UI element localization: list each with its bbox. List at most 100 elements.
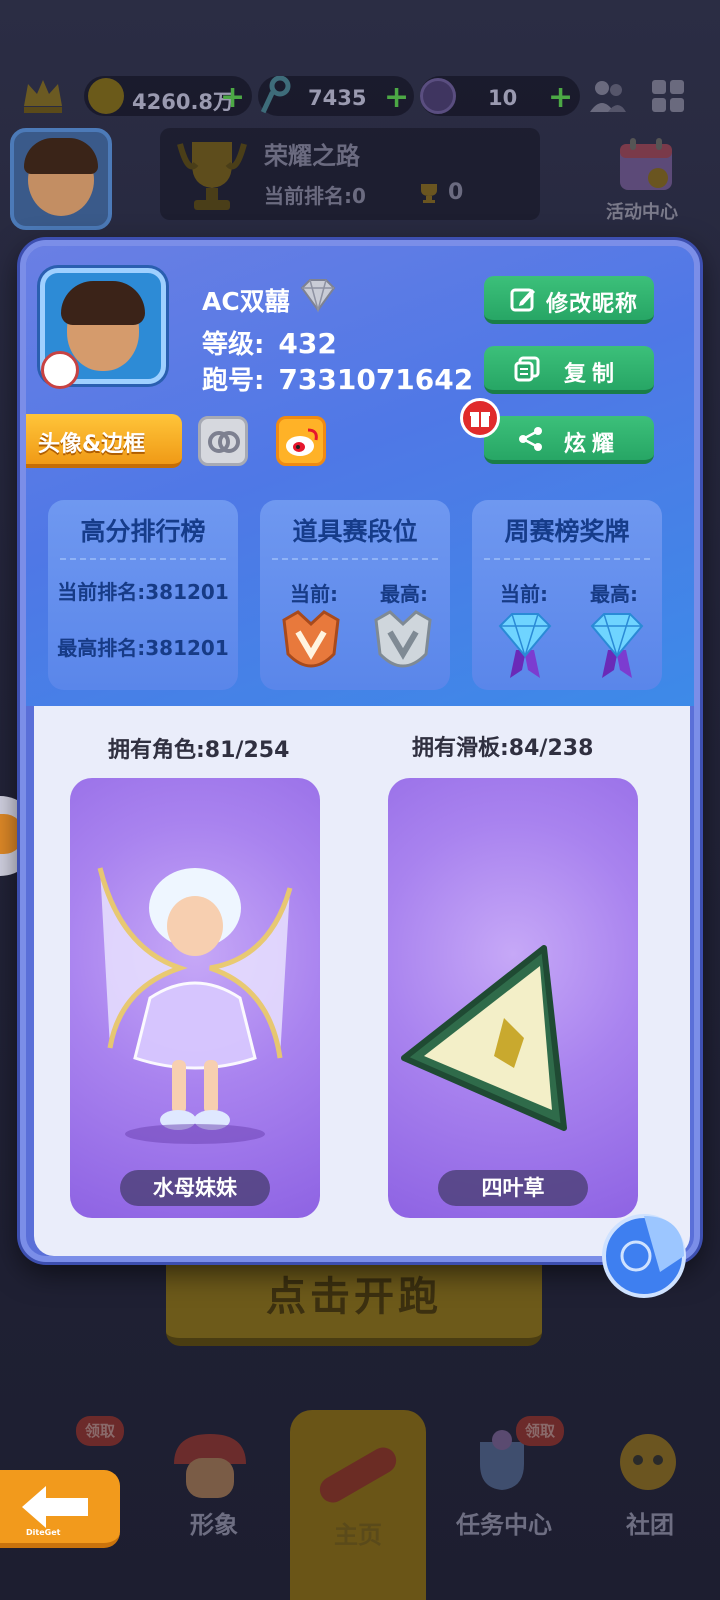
resource-bar: 4260.8万 + 7435 + 10 + [0,72,720,124]
panel-divider [484,558,650,560]
avatar-mini-badge [41,351,79,389]
menu-grid-icon[interactable] [650,78,686,114]
key-icon [260,76,291,114]
nav-home-label: 主页 [334,1521,382,1549]
nav-club[interactable]: 社团 [580,1410,720,1590]
item-league-panel[interactable]: 道具赛段位 当前: 最高: [260,500,450,690]
nav-home[interactable]: 主页 [290,1410,426,1600]
share-icon [519,427,542,451]
bronze-rank-medal-icon [282,610,340,668]
friends-icon[interactable] [588,78,628,114]
run-id-value: 7331071642 [278,363,474,396]
weekly-medal-panel[interactable]: 周赛榜奖牌 当前: 最高: [472,500,662,690]
edit-nickname-button[interactable]: 修改昵称 [484,276,654,324]
clover-board-figure [401,945,567,1131]
run-id-label: 跑号: [202,366,265,396]
board-showcase[interactable]: 四叶草 [388,778,638,1218]
trophy-icon [177,142,247,210]
small-trophy-icon [421,184,437,203]
honor-rank: 当前排名:0 [264,184,366,208]
character-showcase[interactable]: 水母妹妹 [70,778,320,1218]
honor-trophy-count: 0 [448,180,464,205]
key-value: 7435 [308,86,367,110]
avatar-hair [61,281,145,325]
diamond-rank-icon [300,279,336,313]
level-row: 等级: 432 [202,324,337,361]
crown-icon [24,80,62,113]
character-figure [97,867,293,1144]
nav-club-label: 社团 [626,1511,674,1539]
collection-section: 拥有角色:81/254 拥有滑板:84/238 水母妹妹 四叶草 [34,706,690,1256]
run-id-row: 跑号: 7331071642 [202,360,473,397]
weekly-medal-current-label: 当前: [500,582,548,606]
gift-icon [460,398,500,438]
corner-sticker-icon[interactable] [600,1212,688,1300]
back-button[interactable]: DiteGet [0,1470,120,1548]
boards-owned: 拥有滑板:84/238 [412,736,594,761]
claim-badge: 领取 [516,1416,564,1446]
show-off-button[interactable]: 炫耀 [484,416,654,464]
panel-divider [272,558,438,560]
high-score-current-rank: 当前排名:381201 [57,580,229,604]
honor-title: 荣耀之路 [264,142,360,170]
characters-owned: 拥有角色:81/254 [108,738,290,763]
start-run-label: 点击开跑 [266,1274,442,1320]
add-gems-icon[interactable]: + [548,80,573,115]
key-counter: 7435 + [258,76,414,116]
high-score-best-rank: 最高排名:381201 [57,636,229,660]
add-keys-icon[interactable]: + [384,80,409,115]
lobby-avatar-hair [24,138,98,174]
start-run-button[interactable]: 点击开跑 [166,1250,542,1346]
skateboard-icon [319,1447,397,1503]
edit-nickname-label: 修改昵称 [546,292,639,317]
claim-badge: 领取 [76,1416,124,1446]
gem-counter: 10 + [420,76,580,116]
item-league-current-label: 当前: [290,582,338,606]
gem-icon [420,78,456,114]
coin-icon [88,78,124,114]
item-league-best-label: 最高: [380,582,428,606]
profile-card: AC双囍 等级: 432 跑号: 7331071642 修改昵称 复制 炫耀 头… [20,240,700,1262]
honor-road-panel[interactable]: 荣耀之路 当前排名:0 0 [160,128,540,220]
profile-avatar[interactable] [40,268,166,389]
panel-divider [60,558,226,560]
nav-task-center-label: 任务中心 [456,1511,552,1539]
avatar-frame-label: 头像&边框 [38,432,146,457]
silver-rank-medal-icon [374,610,432,668]
level-value: 432 [278,327,337,360]
back-arrow-icon [22,1486,88,1528]
character-name: 水母妹妹 [120,1170,270,1206]
high-score-panel[interactable]: 高分排行榜 当前排名:381201 最高排名:381201 [48,500,238,690]
nickname: AC双囍 [202,287,290,316]
copy-icon [514,356,540,382]
back-button-caption: DiteGet [26,1528,61,1537]
coin-counter: 4260.8万 + [84,76,252,116]
lobby-avatar[interactable] [10,128,112,230]
item-league-title: 道具赛段位 [292,517,418,546]
diamond-medal-icon [498,613,552,678]
high-score-title: 高分排行榜 [80,517,206,546]
diamond-medal-icon [590,613,644,678]
copy-button[interactable]: 复制 [484,346,654,394]
weekly-medal-best-label: 最高: [590,582,638,606]
club-mascot-icon [620,1434,676,1490]
event-center-button[interactable]: 活动中心 [598,130,694,224]
profile-header: AC双囍 等级: 432 跑号: 7331071642 修改昵称 复制 炫耀 头… [26,246,694,706]
event-center-label: 活动中心 [606,202,678,223]
link-account-icon[interactable] [198,416,248,466]
edit-icon [510,288,535,312]
avatar-frame-button[interactable]: 头像&边框 [26,414,182,468]
gem-value: 10 [488,86,518,110]
nav-appearance-label: 形象 [190,1511,238,1539]
add-coins-icon[interactable]: + [220,80,245,115]
coin-value: 4260.8万 [132,90,235,114]
show-off-label: 炫耀 [564,432,621,457]
nav-appearance[interactable]: 领取 形象 [76,1410,284,1590]
weekly-medal-title: 周赛榜奖牌 [504,517,630,546]
copy-label: 复制 [564,362,621,387]
nav-task-center[interactable]: 领取 任务中心 [434,1410,574,1590]
calendar-icon [620,138,672,190]
board-name: 四叶草 [438,1170,588,1206]
weibo-icon[interactable] [276,416,326,466]
character-head-icon [174,1434,246,1498]
